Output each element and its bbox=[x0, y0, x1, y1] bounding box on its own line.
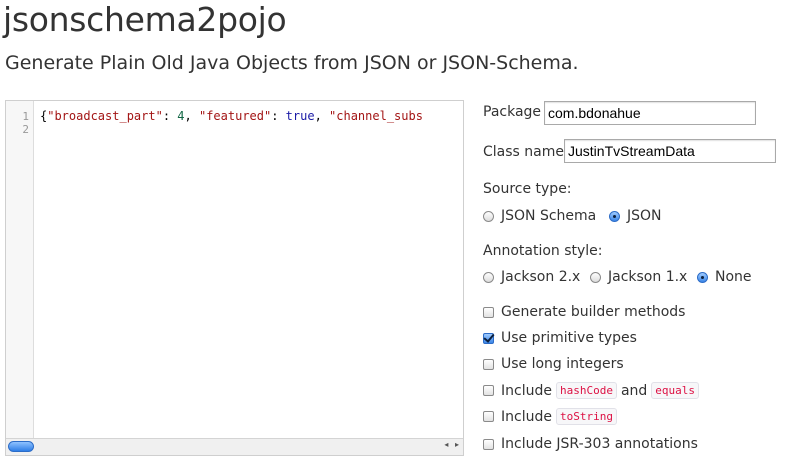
annotation-jackson1-radio[interactable]: Jackson 1.x bbox=[590, 269, 687, 285]
checkbox-label: Include bbox=[501, 382, 552, 399]
checkbox-label: Use primitive types bbox=[501, 330, 637, 346]
equals-code: equals bbox=[651, 382, 700, 399]
code-token: : bbox=[271, 110, 286, 123]
classname-input[interactable] bbox=[564, 139, 776, 163]
tostring-code: toString bbox=[555, 408, 617, 425]
radio-checked-icon[interactable] bbox=[697, 271, 708, 283]
generate-builder-checkbox[interactable]: Generate builder methods bbox=[483, 304, 685, 320]
checkbox-label: Include bbox=[501, 408, 552, 425]
code-token: "broadcast_part" bbox=[47, 110, 163, 123]
hashcode-code: hashCode bbox=[555, 382, 617, 399]
include-tostring-checkbox[interactable]: Include toString bbox=[483, 408, 621, 425]
line-number: 1 bbox=[22, 110, 29, 123]
line-number-gutter: 1 2 bbox=[6, 101, 34, 455]
radio-unchecked-icon[interactable] bbox=[483, 210, 494, 222]
code-token: 4 bbox=[177, 110, 185, 123]
code-token: : bbox=[162, 110, 178, 123]
package-label: Package bbox=[483, 104, 542, 120]
and-text: and bbox=[620, 382, 648, 399]
json-editor[interactable]: 1 2 {"broadcast_part": 4, "featured": tr… bbox=[5, 100, 464, 456]
radio-label: Jackson 1.x bbox=[608, 269, 688, 285]
radio-unchecked-icon[interactable] bbox=[483, 271, 494, 283]
line-number: 2 bbox=[22, 123, 29, 136]
code-token: "channel_subs bbox=[329, 110, 423, 123]
classname-label: Class name bbox=[483, 144, 564, 160]
include-hashcode-equals-checkbox[interactable]: Include hashCode and equals bbox=[483, 382, 703, 399]
use-primitive-types-checkbox[interactable]: Use primitive types bbox=[483, 330, 637, 346]
package-input[interactable] bbox=[544, 101, 756, 125]
code-content[interactable]: {"broadcast_part": 4, "featured": true, … bbox=[40, 110, 463, 123]
code-token: "featured" bbox=[198, 110, 272, 123]
checkbox-unchecked-icon[interactable] bbox=[483, 358, 494, 370]
checkbox-unchecked-icon[interactable] bbox=[483, 438, 494, 450]
checkbox-label: Include JSR-303 annotations bbox=[501, 436, 698, 452]
annotation-jackson2-radio[interactable]: Jackson 2.x bbox=[483, 269, 580, 285]
page-subtitle: Generate Plain Old Java Objects from JSO… bbox=[5, 52, 579, 74]
checkbox-unchecked-icon[interactable] bbox=[483, 411, 494, 422]
radio-label: Jackson 2.x bbox=[501, 269, 581, 285]
radio-unchecked-icon[interactable] bbox=[590, 271, 601, 283]
checkbox-label: Use long integers bbox=[501, 356, 624, 372]
radio-checked-icon[interactable] bbox=[609, 210, 620, 222]
annotation-style-label: Annotation style: bbox=[483, 243, 603, 259]
horizontal-scrollbar[interactable]: ◂ ▸ bbox=[6, 438, 463, 455]
checkbox-unchecked-icon[interactable] bbox=[483, 306, 494, 318]
checkbox-unchecked-icon[interactable] bbox=[483, 385, 494, 396]
code-token: , bbox=[314, 110, 330, 123]
include-jsr303-checkbox[interactable]: Include JSR-303 annotations bbox=[483, 436, 698, 452]
use-long-integers-checkbox[interactable]: Use long integers bbox=[483, 356, 624, 372]
radio-label: JSON bbox=[627, 208, 662, 224]
page-title: jsonschema2pojo bbox=[3, 0, 287, 39]
annotation-none-radio[interactable]: None bbox=[697, 269, 752, 285]
radio-label: JSON Schema bbox=[501, 208, 597, 224]
source-type-json-radio[interactable]: JSON bbox=[609, 208, 662, 224]
code-token: , bbox=[184, 110, 199, 123]
scroll-arrows-icon[interactable]: ◂ ▸ bbox=[444, 440, 461, 449]
code-token: true bbox=[285, 110, 315, 123]
source-type-label: Source type: bbox=[483, 181, 572, 197]
radio-label: None bbox=[715, 269, 752, 285]
checkbox-checked-icon[interactable] bbox=[483, 332, 494, 344]
scrollbar-thumb[interactable] bbox=[8, 441, 34, 452]
checkbox-label: Generate builder methods bbox=[501, 304, 686, 320]
source-type-json-schema-radio[interactable]: JSON Schema bbox=[483, 208, 596, 224]
